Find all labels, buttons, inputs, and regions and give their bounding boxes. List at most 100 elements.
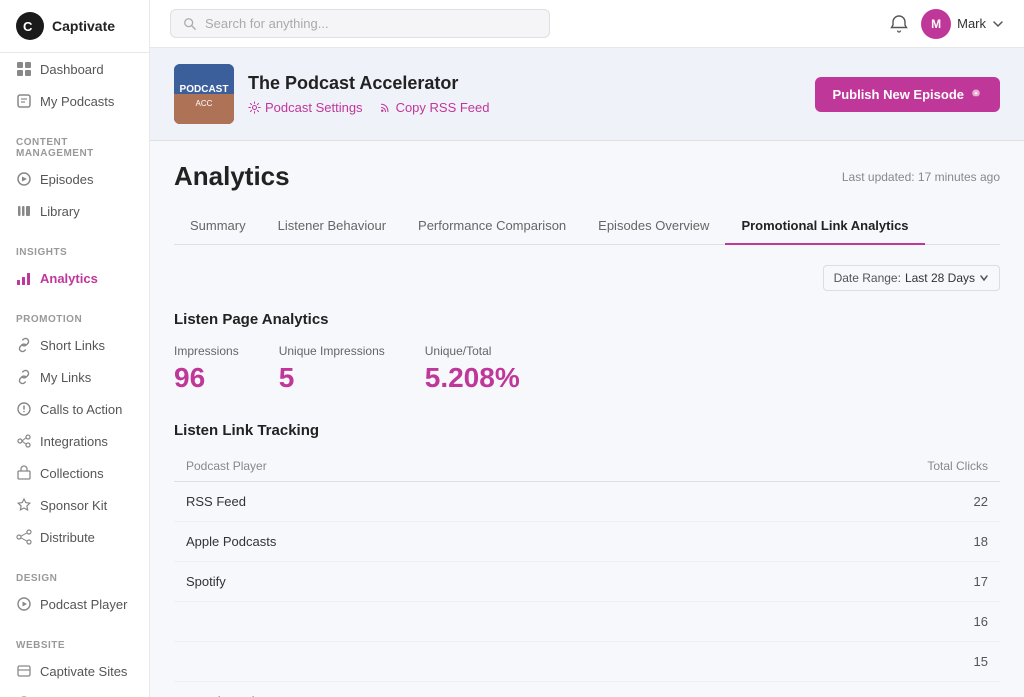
- main-content: Search for anything... M Mark PODCAST AC…: [150, 0, 1024, 697]
- rss-icon: [379, 101, 392, 114]
- app-name: Captivate: [52, 18, 115, 34]
- sidebar-item-label: Podcast Player: [40, 597, 127, 612]
- cell-clicks: 18: [663, 522, 1000, 562]
- col-total-clicks: Total Clicks: [663, 451, 1000, 482]
- sidebar-item-library[interactable]: Library: [0, 195, 149, 227]
- analytics-header: Analytics Last updated: 17 minutes ago: [174, 161, 1000, 192]
- table-row: RSS Feed 22: [174, 482, 1000, 522]
- topbar: Search for anything... M Mark: [150, 0, 1024, 48]
- avatar: M: [921, 9, 951, 39]
- user-menu[interactable]: M Mark: [921, 9, 1004, 39]
- my-links-icon: [16, 369, 32, 385]
- table-row: Apple Podcasts 18: [174, 522, 1000, 562]
- unique-impressions-metric: Unique Impressions 5: [279, 344, 385, 394]
- notification-icon[interactable]: [889, 14, 909, 34]
- sidebar-item-distribute[interactable]: Distribute: [0, 521, 149, 553]
- analytics-title: Analytics: [174, 161, 290, 192]
- sidebar-item-podcast-player[interactable]: Podcast Player: [0, 588, 149, 620]
- listen-page-section-title: Listen Page Analytics: [174, 311, 1000, 328]
- search-box[interactable]: Search for anything...: [170, 9, 550, 38]
- podcast-header: PODCAST ACC The Podcast Accelerator Podc…: [150, 48, 1024, 141]
- podcast-settings-link[interactable]: Podcast Settings: [248, 100, 363, 115]
- sidebar-item-dashboard[interactable]: Dashboard: [0, 53, 149, 85]
- sidebar-item-integrations[interactable]: Integrations: [0, 425, 149, 457]
- captivate-logo-icon: C: [16, 12, 44, 40]
- table-row: Google Podcasts 11: [174, 682, 1000, 697]
- collections-icon: [16, 465, 32, 481]
- podcast-thumbnail: PODCAST ACC: [174, 64, 234, 124]
- podcasts-icon: [16, 93, 32, 109]
- sidebar-item-label: Integrations: [40, 434, 108, 449]
- sidebar-item-label: Episodes: [40, 172, 93, 187]
- sidebar-item-label: My Links: [40, 370, 91, 385]
- date-range-value: Last 28 Days: [905, 271, 975, 285]
- library-icon: [16, 203, 32, 219]
- sidebar-item-episodes[interactable]: Episodes: [0, 163, 149, 195]
- user-name: Mark: [957, 16, 986, 31]
- sidebar-item-captivate-sites[interactable]: Captivate Sites: [0, 655, 149, 687]
- sidebar-item-label: My Podcasts: [40, 94, 114, 109]
- sidebar-item-label: Distribute: [40, 530, 95, 545]
- tracking-title: Listen Link Tracking: [174, 422, 1000, 439]
- settings-link-label: Podcast Settings: [265, 100, 363, 115]
- unique-total-value: 5.208%: [425, 362, 520, 394]
- podcast-info: The Podcast Accelerator Podcast Settings…: [248, 73, 801, 115]
- cell-clicks: 22: [663, 482, 1000, 522]
- impressions-metric: Impressions 96: [174, 344, 239, 394]
- table-row: 15: [174, 642, 1000, 682]
- tab-promotional-link-analytics[interactable]: Promotional Link Analytics: [725, 208, 924, 245]
- cell-clicks: 17: [663, 562, 1000, 602]
- listen-link-tracking: Listen Link Tracking Podcast Player Tota…: [174, 422, 1000, 697]
- impressions-label: Impressions: [174, 344, 239, 358]
- sidebar-item-label: Calls to Action: [40, 402, 122, 417]
- rss-link-label: Copy RSS Feed: [396, 100, 490, 115]
- sidebar-item-my-podcasts[interactable]: My Podcasts: [0, 85, 149, 117]
- sidebar-item-label: Collections: [40, 466, 104, 481]
- cell-player: RSS Feed: [174, 482, 663, 522]
- col-podcast-player: Podcast Player: [174, 451, 663, 482]
- sidebar-item-my-links[interactable]: My Links: [0, 361, 149, 393]
- cell-player: Spotify: [174, 562, 663, 602]
- analytics-section: Analytics Last updated: 17 minutes ago S…: [150, 141, 1024, 245]
- tab-performance-comparison[interactable]: Performance Comparison: [402, 208, 582, 245]
- tab-listener-behaviour[interactable]: Listener Behaviour: [262, 208, 402, 245]
- search-placeholder: Search for anything...: [205, 16, 329, 31]
- section-label-insights: INSIGHTS: [0, 235, 149, 262]
- sidebar-item-label: Dashboard: [40, 62, 104, 77]
- search-icon: [183, 17, 197, 31]
- unique-total-metric: Unique/Total 5.208%: [425, 344, 520, 394]
- cell-clicks: 15: [663, 642, 1000, 682]
- sidebar-item-label: Short Links: [40, 338, 105, 353]
- svg-text:ACC: ACC: [196, 99, 213, 108]
- sidebar-logo: C Captivate: [0, 0, 149, 53]
- section-label-content: CONTENT MANAGEMENT: [0, 125, 149, 163]
- sidebar-item-label: Library: [40, 204, 80, 219]
- distribute-icon: [16, 529, 32, 545]
- tab-episodes-overview[interactable]: Episodes Overview: [582, 208, 725, 245]
- sidebar-item-collections[interactable]: Collections: [0, 457, 149, 489]
- publish-button[interactable]: Publish New Episode: [815, 77, 1000, 112]
- cell-player: Apple Podcasts: [174, 522, 663, 562]
- section-label-promotion: PROMOTION: [0, 302, 149, 329]
- cell-player: Google Podcasts: [174, 682, 663, 697]
- sidebar-item-wordpress[interactable]: W WordPress: [0, 687, 149, 697]
- settings-icon: [248, 101, 261, 114]
- sidebar-item-short-links[interactable]: Short Links: [0, 329, 149, 361]
- rocket-icon: [970, 88, 982, 100]
- last-updated: Last updated: 17 minutes ago: [842, 170, 1000, 184]
- sidebar-item-label: Captivate Sites: [40, 664, 127, 679]
- sidebar: C Captivate Dashboard My Podcasts CONTEN…: [0, 0, 150, 697]
- sites-icon: [16, 663, 32, 679]
- topbar-right: M Mark: [889, 9, 1004, 39]
- sidebar-item-label: Analytics: [40, 271, 98, 286]
- unique-impressions-label: Unique Impressions: [279, 344, 385, 358]
- sidebar-item-analytics[interactable]: Analytics: [0, 262, 149, 294]
- publish-button-label: Publish New Episode: [833, 87, 964, 102]
- section-label-website: WEBSITE: [0, 628, 149, 655]
- sidebar-item-sponsor-kit[interactable]: Sponsor Kit: [0, 489, 149, 521]
- sidebar-item-calls-to-action[interactable]: Calls to Action: [0, 393, 149, 425]
- copy-rss-link[interactable]: Copy RSS Feed: [379, 100, 490, 115]
- tab-summary[interactable]: Summary: [174, 208, 262, 245]
- date-range-button[interactable]: Date Range: Last 28 Days: [823, 265, 1000, 291]
- chevron-down-icon: [979, 273, 989, 283]
